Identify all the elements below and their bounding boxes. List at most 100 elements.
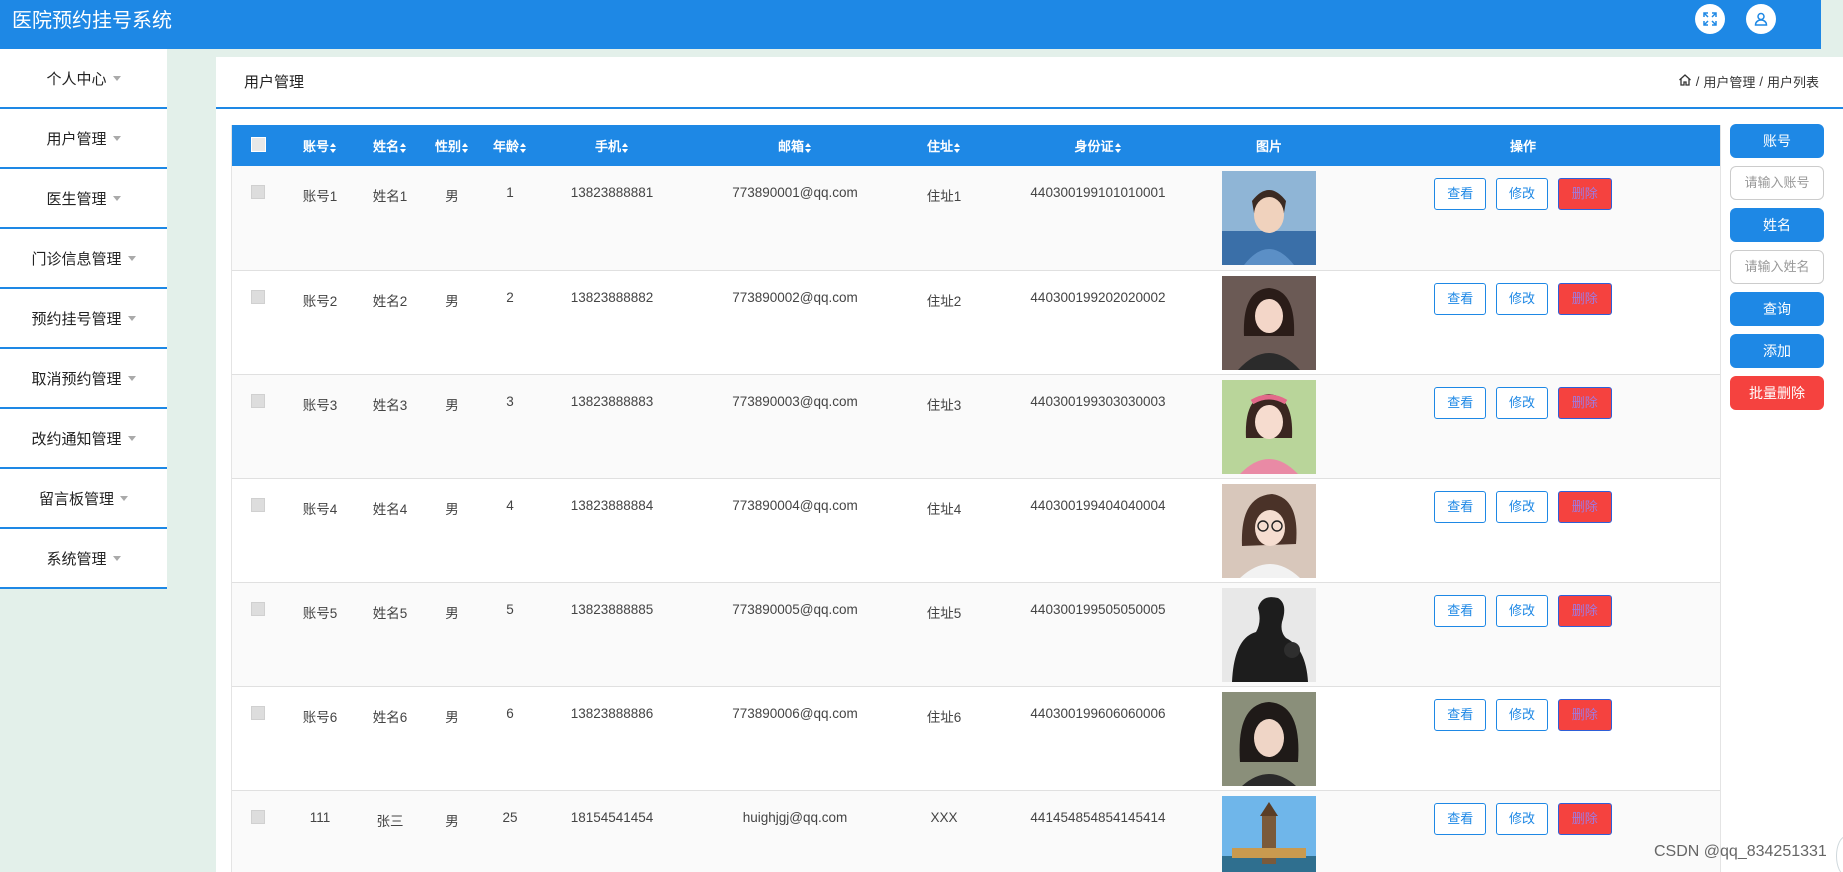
cell-address: 住址1 bbox=[926, 189, 962, 204]
sort-icon[interactable] bbox=[1114, 142, 1122, 153]
column-header-age[interactable]: 年龄 bbox=[480, 125, 540, 166]
sidebar-item-user-management[interactable]: 用户管理 bbox=[0, 109, 167, 169]
sort-icon[interactable] bbox=[400, 142, 407, 153]
sidebar-item-reschedule-notices[interactable]: 改约通知管理 bbox=[0, 409, 167, 469]
edit-button[interactable]: 修改 bbox=[1495, 282, 1548, 315]
account-search-input[interactable] bbox=[1730, 166, 1824, 200]
column-header-label: 操作 bbox=[1509, 139, 1536, 154]
batch-delete-button[interactable]: 批量删除 bbox=[1730, 376, 1824, 410]
cell-email: huighjgj@qq.com bbox=[742, 809, 848, 825]
view-button[interactable]: 查看 bbox=[1434, 178, 1487, 210]
view-button[interactable]: 查看 bbox=[1434, 802, 1487, 835]
sidebar-item-clinic-info[interactable]: 门诊信息管理 bbox=[0, 229, 167, 289]
add-button[interactable]: 添加 bbox=[1730, 334, 1824, 368]
delete-button[interactable]: 删除 bbox=[1557, 490, 1612, 523]
sort-icon[interactable] bbox=[622, 142, 629, 153]
view-button[interactable]: 查看 bbox=[1434, 594, 1487, 627]
user-icon[interactable] bbox=[1746, 4, 1776, 34]
query-button[interactable]: 查询 bbox=[1730, 292, 1824, 326]
cell-gender: 男 bbox=[445, 813, 459, 829]
account-label-button: 账号 bbox=[1730, 124, 1824, 158]
column-header-label: 年龄 bbox=[492, 139, 519, 154]
column-header-label: 图片 bbox=[1255, 139, 1282, 154]
column-header-phone[interactable]: 手机 bbox=[540, 125, 684, 166]
sidebar-item-personal-center[interactable]: 个人中心 bbox=[0, 49, 167, 109]
sidebar-item-label: 医生管理 bbox=[46, 190, 107, 208]
sidebar-item-cancellations[interactable]: 取消预约管理 bbox=[0, 349, 167, 409]
cell-gender: 男 bbox=[445, 293, 459, 309]
fullscreen-icon[interactable] bbox=[1695, 4, 1725, 34]
column-header-idcard[interactable]: 身份证 bbox=[982, 125, 1214, 166]
cell-actions: 查看 修改 删除 bbox=[1324, 582, 1720, 686]
user-photo bbox=[1222, 795, 1316, 872]
row-checkbox[interactable] bbox=[251, 289, 265, 304]
edit-button[interactable]: 修改 bbox=[1495, 490, 1548, 523]
edit-button[interactable]: 修改 bbox=[1495, 802, 1548, 835]
row-checkbox[interactable] bbox=[251, 809, 265, 824]
sort-icon[interactable] bbox=[520, 142, 527, 153]
cell-age: 4 bbox=[506, 497, 514, 513]
caret-down-icon bbox=[120, 495, 128, 501]
breadcrumb-item-user-management[interactable]: 用户管理 bbox=[1703, 72, 1755, 91]
cell-idcard: 440300199404040004 bbox=[1030, 497, 1166, 513]
column-header-address[interactable]: 住址 bbox=[906, 125, 982, 166]
caret-down-icon bbox=[127, 255, 136, 261]
row-select-cell bbox=[232, 166, 284, 270]
user-photo bbox=[1222, 483, 1316, 578]
row-checkbox[interactable] bbox=[251, 185, 265, 199]
edit-button[interactable]: 修改 bbox=[1495, 698, 1548, 731]
table-row: 账号5 姓名5 男 5 13823888885 773890005@qq.com… bbox=[232, 582, 1720, 686]
column-header-label: 身份证 bbox=[1074, 139, 1114, 154]
delete-button[interactable]: 删除 bbox=[1557, 282, 1612, 315]
column-header-gender[interactable]: 性别 bbox=[424, 125, 480, 166]
cell-photo bbox=[1214, 166, 1324, 270]
delete-button[interactable]: 删除 bbox=[1557, 698, 1612, 731]
view-button[interactable]: 查看 bbox=[1434, 282, 1487, 315]
row-checkbox[interactable] bbox=[251, 705, 265, 720]
sort-icon[interactable] bbox=[805, 142, 812, 153]
column-header-label: 邮箱 bbox=[777, 139, 804, 154]
sort-icon[interactable] bbox=[954, 142, 961, 153]
cell-phone: 13823888885 bbox=[570, 601, 654, 617]
name-search-input[interactable] bbox=[1730, 250, 1824, 284]
cell-gender: 男 bbox=[445, 397, 459, 413]
delete-button[interactable]: 删除 bbox=[1557, 386, 1612, 419]
delete-button[interactable]: 删除 bbox=[1557, 178, 1612, 210]
row-select-cell bbox=[232, 582, 284, 686]
edit-button[interactable]: 修改 bbox=[1495, 178, 1548, 210]
cell-name: 张三 bbox=[376, 813, 404, 829]
sidebar-item-message-board[interactable]: 留言板管理 bbox=[0, 469, 167, 529]
column-header-name[interactable]: 姓名 bbox=[356, 125, 424, 166]
sidebar-item-system-management[interactable]: 系统管理 bbox=[0, 529, 167, 589]
watermark: CSDN @qq_834251331 bbox=[1654, 843, 1827, 860]
sidebar-item-appointments[interactable]: 预约挂号管理 bbox=[0, 289, 167, 349]
sidebar-item-label: 系统管理 bbox=[46, 550, 107, 568]
sidebar-item-doctor-management[interactable]: 医生管理 bbox=[0, 169, 167, 229]
user-photo bbox=[1222, 379, 1316, 474]
edit-button[interactable]: 修改 bbox=[1495, 594, 1548, 627]
sidebar-item-label: 门诊信息管理 bbox=[31, 250, 122, 268]
row-checkbox[interactable] bbox=[251, 497, 265, 512]
row-checkbox[interactable] bbox=[251, 393, 265, 408]
cell-address: 住址6 bbox=[926, 709, 962, 725]
column-header-label: 手机 bbox=[594, 139, 621, 154]
sort-icon[interactable] bbox=[462, 142, 469, 153]
select-all-checkbox[interactable] bbox=[250, 136, 266, 152]
column-header-photo: 图片 bbox=[1214, 125, 1324, 166]
column-header-account[interactable]: 账号 bbox=[284, 125, 356, 166]
row-checkbox[interactable] bbox=[251, 601, 265, 616]
home-icon[interactable] bbox=[1678, 73, 1692, 90]
delete-button[interactable]: 删除 bbox=[1557, 802, 1612, 835]
view-button[interactable]: 查看 bbox=[1434, 698, 1487, 731]
sort-icon[interactable] bbox=[330, 142, 337, 153]
table-row: 账号4 姓名4 男 4 13823888884 773890004@qq.com… bbox=[232, 478, 1720, 582]
view-button[interactable]: 查看 bbox=[1434, 386, 1487, 419]
delete-button[interactable]: 删除 bbox=[1557, 594, 1612, 627]
row-select-cell bbox=[232, 790, 284, 872]
cell-email: 773890004@qq.com bbox=[732, 497, 858, 513]
column-header-email[interactable]: 邮箱 bbox=[684, 125, 906, 166]
cell-age: 3 bbox=[506, 393, 514, 409]
view-button[interactable]: 查看 bbox=[1434, 490, 1487, 523]
edit-button[interactable]: 修改 bbox=[1495, 386, 1548, 419]
search-panel: 账号 姓名 查询 添加 批量删除 bbox=[1730, 124, 1824, 418]
